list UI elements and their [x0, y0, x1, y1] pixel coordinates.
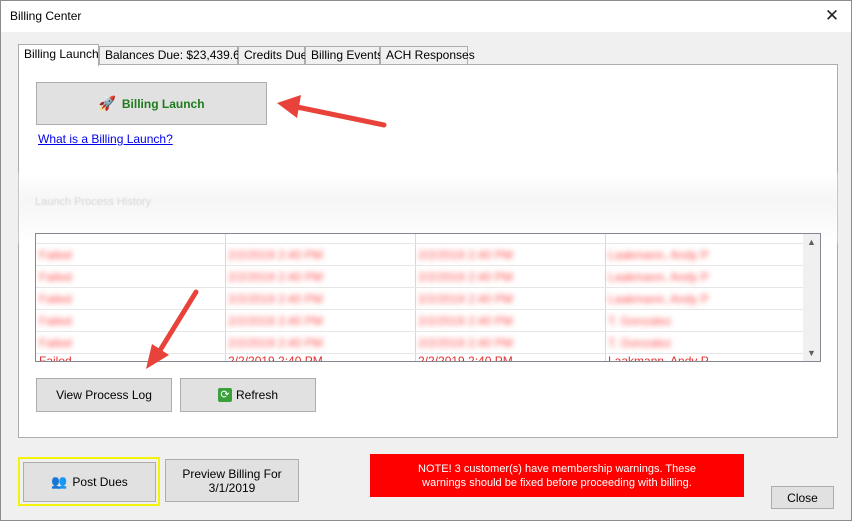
title-bar: Billing Center ✕ [1, 1, 851, 32]
billing-center-window: Billing Center ✕ Billing Launch Balances… [0, 0, 852, 521]
refresh-label: Refresh [235, 388, 279, 402]
close-button[interactable]: Close [771, 486, 834, 509]
window-close-icon[interactable]: ✕ [815, 1, 849, 32]
start-cell: 2/2/2019 2:40 PM [228, 354, 323, 362]
people-icon: 👥 [51, 474, 68, 489]
billing-launch-panel: 🚀 Billing Launch What is a Billing Launc… [18, 64, 838, 438]
tab-billing-launch[interactable]: Billing Launch [18, 44, 99, 66]
refresh-button[interactable]: ⟳ Refresh [180, 378, 316, 412]
tab-ach-responses[interactable]: ACH Responses [380, 46, 475, 65]
window-title: Billing Center [10, 9, 82, 23]
membership-warning-banner: NOTE! 3 customer(s) have membership warn… [370, 454, 744, 497]
launch-history-grid[interactable]: Failed 2/2/2019 2:40 PM 2/2/2019 2:40 PM… [35, 233, 821, 362]
history-rows: Failed 2/2/2019 2:40 PM 2/2/2019 2:40 PM… [36, 234, 804, 354]
table-row[interactable]: Failed 2/2/2019 2:40 PM 2/2/2019 2:40 PM… [36, 266, 804, 288]
table-row[interactable]: Failed 2/2/2019 2:40 PM 2/2/2019 2:40 PM… [36, 244, 804, 266]
table-row[interactable]: Failed 2/2/2019 2:40 PM 2/2/2019 2:40 PM… [36, 288, 804, 310]
post-dues-button[interactable]: 👥 Post Dues [23, 462, 156, 502]
status-cell: Failed [39, 336, 72, 350]
end-cell: 2/2/2019 2:40 PM [418, 354, 513, 362]
scroll-down-icon[interactable]: ▼ [803, 345, 820, 361]
end-cell: 2/2/2019 2:40 PM [418, 248, 513, 262]
end-cell: 2/2/2019 2:40 PM [418, 336, 513, 350]
user-cell: T. Gonzalez [608, 314, 672, 328]
user-cell: Laakmann, Andy P [608, 292, 709, 306]
billing-launch-button[interactable]: 🚀 Billing Launch [36, 82, 267, 125]
table-row[interactable]: Failed 2/2/2019 2:40 PM 2/2/2019 2:40 PM… [36, 354, 804, 362]
billing-launch-label: Billing Launch [121, 96, 205, 111]
table-row[interactable]: Failed 2/2/2019 2:40 PM 2/2/2019 2:40 PM… [36, 310, 804, 332]
view-process-log-button[interactable]: View Process Log [36, 378, 172, 412]
status-cell: Failed [39, 248, 72, 262]
grid-scrollbar[interactable]: ▲ ▼ [803, 234, 820, 361]
start-cell: 2/2/2019 2:40 PM [228, 248, 323, 262]
table-row [36, 234, 804, 244]
start-cell: 2/2/2019 2:40 PM [228, 336, 323, 350]
what-is-billing-launch-link[interactable]: What is a Billing Launch? [38, 132, 173, 146]
tab-balances-due[interactable]: Balances Due: $23,439.66 [99, 46, 246, 65]
post-dues-label: Post Dues [72, 475, 128, 489]
tab-credits-due[interactable]: Credits Due [238, 46, 307, 65]
user-cell: Laakmann, Andy P [608, 248, 709, 262]
history-label: Launch Process History [35, 196, 152, 208]
start-cell: 2/2/2019 2:40 PM [228, 292, 323, 306]
post-dues-highlight: 👥 Post Dues [18, 457, 160, 506]
end-cell: 2/2/2019 2:40 PM [418, 270, 513, 284]
rocket-icon: 🚀 [98, 95, 116, 111]
status-cell: Failed [39, 292, 72, 306]
start-cell: 2/2/2019 2:40 PM [228, 270, 323, 284]
user-cell: Laakmann, Andy P [608, 270, 709, 284]
end-cell: 2/2/2019 2:40 PM [418, 292, 513, 306]
user-cell: Laakmann, Andy P [608, 354, 709, 362]
preview-billing-date: 3/1/2019 [208, 480, 256, 495]
preview-billing-button[interactable]: Preview Billing For 3/1/2019 [165, 459, 299, 502]
status-cell: Failed [39, 314, 72, 328]
status-cell: Failed [39, 354, 72, 362]
scroll-up-icon[interactable]: ▲ [803, 234, 820, 250]
refresh-icon: ⟳ [217, 388, 232, 402]
start-cell: 2/2/2019 2:40 PM [228, 314, 323, 328]
preview-billing-label: Preview Billing For [182, 466, 282, 481]
tab-billing-events[interactable]: Billing Events [305, 46, 383, 65]
table-row[interactable]: Failed 2/2/2019 2:40 PM 2/2/2019 2:40 PM… [36, 332, 804, 354]
user-cell: T. Gonzalez [608, 336, 672, 350]
status-cell: Failed [39, 270, 72, 284]
end-cell: 2/2/2019 2:40 PM [418, 314, 513, 328]
